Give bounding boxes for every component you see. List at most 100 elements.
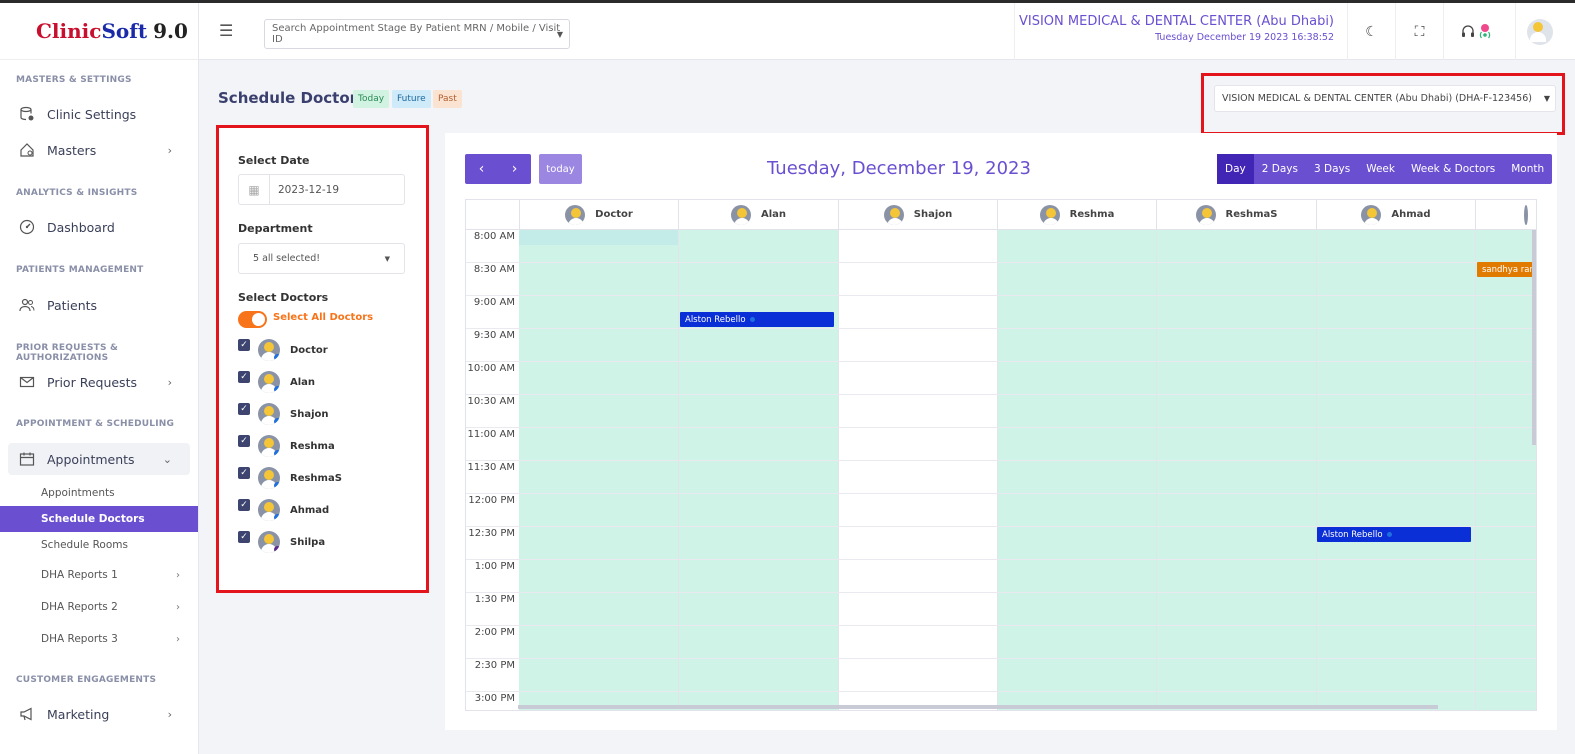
appointment-event[interactable]: Alston Rebello xyxy=(680,312,834,327)
row-line xyxy=(466,625,1536,626)
sub-label: DHA Reports 3 xyxy=(41,633,118,645)
column-doctor-name: Alan xyxy=(760,209,787,220)
time-header xyxy=(466,200,519,230)
database-icon xyxy=(18,105,36,123)
column-header: Reshma xyxy=(997,200,1156,230)
sidebar-label: Appointments xyxy=(47,451,135,467)
live-status-icon[interactable] xyxy=(1467,3,1503,60)
future-badge[interactable]: Future xyxy=(392,90,431,108)
sidebar-item-appointments[interactable]: Appointments ⌄ xyxy=(8,443,190,475)
column-doctor-name: ReshmaS xyxy=(1225,209,1278,220)
time-label: 9:00 AM xyxy=(473,297,515,308)
sidebar-sub-dha-reports-2[interactable]: DHA Reports 2 › xyxy=(0,594,198,620)
app-logo[interactable]: Clinic Soft 9.0 xyxy=(0,3,198,60)
doctor-avatar xyxy=(1039,204,1060,225)
column-doctor-name: Ahmad xyxy=(1391,209,1431,220)
row-line xyxy=(466,394,1536,395)
sidebar-label: Masters xyxy=(47,142,97,158)
status-dot xyxy=(274,514,280,521)
status-dot xyxy=(274,418,280,425)
status-dot xyxy=(274,482,280,489)
avatar-image xyxy=(1526,18,1553,45)
horizontal-scrollbar[interactable] xyxy=(518,705,1438,709)
menu-icon[interactable]: ☰ xyxy=(219,21,233,40)
chevron-right-icon: › xyxy=(167,143,172,157)
availability-column xyxy=(679,230,838,710)
appointment-event[interactable]: Alston Rebello xyxy=(1317,527,1471,542)
row-line xyxy=(466,658,1536,659)
view-day[interactable]: Day xyxy=(1217,154,1254,184)
sub-label: DHA Reports 2 xyxy=(41,601,118,613)
highlight-box-filters xyxy=(216,125,429,593)
sidebar-item-dashboard[interactable]: Dashboard xyxy=(8,211,190,243)
time-label: 10:00 AM xyxy=(467,363,515,374)
sidebar-item-marketing[interactable]: Marketing › xyxy=(8,698,190,730)
column-header: Alan xyxy=(678,200,838,230)
sidebar-sub-dha-reports-3[interactable]: DHA Reports 3 › xyxy=(0,626,198,652)
sidebar-item-clinic-settings[interactable]: Clinic Settings xyxy=(8,98,190,130)
sidebar-label: Prior Requests xyxy=(47,374,137,390)
clinic-info: VISION MEDICAL & DENTAL CENTER (Abu Dhab… xyxy=(1014,3,1341,60)
sidebar-item-patients[interactable]: Patients xyxy=(8,289,190,321)
col-divider xyxy=(1316,230,1317,710)
sidebar-label: Clinic Settings xyxy=(47,106,137,122)
row-line xyxy=(466,328,1536,329)
schedule-grid[interactable]: 8:00 AM 8:30 AM 9:00 AM 9:30 AM 10:00 AM… xyxy=(465,199,1537,711)
sidebar-item-prior-requests[interactable]: Prior Requests › xyxy=(8,366,190,398)
column-header: Doctor xyxy=(519,200,678,230)
status-dot xyxy=(274,546,280,553)
dark-mode-icon[interactable]: ☾ xyxy=(1347,3,1395,60)
time-label: 10:30 AM xyxy=(467,396,515,407)
sidebar-label: Marketing xyxy=(47,706,110,722)
section-patients: PATIENTS MANAGEMENT xyxy=(16,265,144,275)
clinic-name: VISION MEDICAL & DENTAL CENTER (Abu Dhab… xyxy=(1018,14,1334,29)
chevron-right-icon: › xyxy=(176,633,180,645)
sidebar-item-masters[interactable]: Masters › xyxy=(8,134,190,166)
row-line xyxy=(466,460,1536,461)
event-label: Alston Rebello xyxy=(1322,529,1383,540)
today-badge[interactable]: Today xyxy=(353,90,390,108)
time-label: 8:00 AM xyxy=(473,231,515,242)
appointment-event[interactable]: sandhya rani xyxy=(1477,262,1536,277)
sidebar-sub-dha-reports-1[interactable]: DHA Reports 1 › xyxy=(0,562,198,588)
appointment-search-select[interactable]: Search Appointment Stage By Patient MRN … xyxy=(264,19,570,49)
sidebar-sub-schedule-rooms[interactable]: Schedule Rooms xyxy=(0,532,198,558)
caret-down-icon: ▼ xyxy=(556,29,563,39)
row-line xyxy=(466,361,1536,362)
col-divider xyxy=(838,230,839,710)
calendar-panel: ‹ › today Tuesday, December 19, 2023 Day… xyxy=(445,133,1557,730)
time-label: 2:30 PM xyxy=(474,660,515,671)
past-badge[interactable]: Past xyxy=(433,90,462,108)
view-week[interactable]: Week xyxy=(1358,154,1403,184)
sidebar-sub-appointments[interactable]: Appointments xyxy=(0,480,198,506)
calendar-icon xyxy=(18,450,36,468)
chevron-right-icon: › xyxy=(167,707,172,721)
logo-text-soft: Soft xyxy=(101,19,148,43)
fullscreen-icon[interactable]: ⛶ xyxy=(1395,3,1443,60)
view-month[interactable]: Month xyxy=(1503,154,1552,184)
sidebar-sub-schedule-doctors[interactable]: Schedule Doctors xyxy=(0,506,198,532)
vertical-scrollbar[interactable] xyxy=(1532,230,1536,445)
column-header: ReshmaS xyxy=(1156,200,1316,230)
section-appointments: APPOINTMENT & SCHEDULING xyxy=(16,419,175,429)
event-dot xyxy=(1386,532,1392,537)
column-doctor-name: Doctor xyxy=(595,209,633,220)
view-2-days[interactable]: 2 Days xyxy=(1254,154,1306,184)
megaphone-icon xyxy=(18,705,36,723)
user-avatar[interactable] xyxy=(1515,3,1563,60)
sub-label: DHA Reports 1 xyxy=(41,569,118,581)
section-analytics: ANALYTICS & INSIGHTS xyxy=(16,188,138,198)
column-header xyxy=(1475,200,1536,230)
row-line xyxy=(466,262,1536,263)
doctor-avatar xyxy=(565,204,586,225)
column-header: Shajon xyxy=(838,200,997,230)
row-line xyxy=(466,427,1536,428)
event-dot xyxy=(749,317,755,322)
unavailable-column xyxy=(839,230,998,710)
dashboard-icon xyxy=(18,218,36,236)
sidebar-label: Patients xyxy=(47,297,98,313)
status-dot xyxy=(274,354,280,361)
view-switcher: Day 2 Days 3 Days Week Week & Doctors Mo… xyxy=(1217,154,1553,184)
view-week-doctors[interactable]: Week & Doctors xyxy=(1403,154,1503,184)
view-3-days[interactable]: 3 Days xyxy=(1306,154,1358,184)
